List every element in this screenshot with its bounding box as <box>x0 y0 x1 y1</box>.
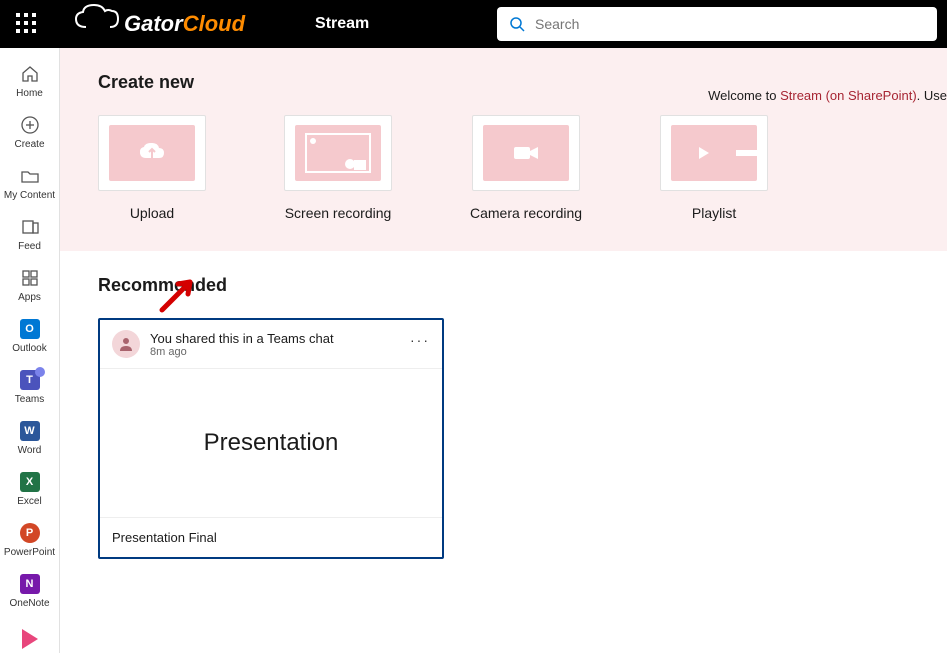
nav-onenote[interactable]: N OneNote <box>0 566 60 617</box>
create-camera-recording[interactable]: Camera recording <box>470 115 582 221</box>
logo-text-2: Cloud <box>183 11 245 37</box>
main-content: Create new Welcome to Stream (on SharePo… <box>60 48 947 653</box>
create-upload[interactable]: Upload <box>98 115 206 221</box>
video-title: Presentation Final <box>100 517 442 557</box>
nav-excel[interactable]: X Excel <box>0 464 60 515</box>
excel-icon: X <box>18 470 42 494</box>
search-box[interactable] <box>497 7 937 41</box>
apps-icon <box>18 266 42 290</box>
camera-recording-icon <box>512 143 540 163</box>
upload-icon <box>138 142 166 164</box>
powerpoint-icon: P <box>18 521 42 545</box>
nav-create[interactable]: Create <box>0 107 60 158</box>
nav-feed[interactable]: Feed <box>0 209 60 260</box>
nav-word[interactable]: W Word <box>0 413 60 464</box>
app-launcher-icon[interactable] <box>16 13 38 35</box>
screen-recording-icon <box>302 130 374 176</box>
onenote-icon: N <box>18 572 42 596</box>
stream-icon <box>18 627 42 651</box>
feed-icon <box>18 215 42 239</box>
folder-icon <box>18 164 42 188</box>
create-icon <box>18 113 42 137</box>
create-new-section: Create new Welcome to Stream (on SharePo… <box>60 48 947 251</box>
recommended-title: Recommended <box>98 275 909 296</box>
avatar <box>112 330 140 358</box>
nav-teams[interactable]: T Teams <box>0 362 60 413</box>
recommendation-time: 8m ago <box>150 346 430 358</box>
more-options-button[interactable]: ··· <box>410 332 430 348</box>
nav-powerpoint[interactable]: P PowerPoint <box>0 515 60 566</box>
word-icon: W <box>18 419 42 443</box>
nav-apps[interactable]: Apps <box>0 260 60 311</box>
left-nav-rail: Home Create My Content Feed Apps O Outlo… <box>0 48 60 653</box>
search-icon <box>509 16 525 32</box>
annotation-arrow-icon <box>156 272 200 316</box>
recommended-video-card[interactable]: You shared this in a Teams chat 8m ago ·… <box>98 318 444 559</box>
outlook-icon: O <box>18 317 42 341</box>
create-screen-recording[interactable]: Screen recording <box>284 115 392 221</box>
brand-logo: GatorCloud <box>68 11 245 37</box>
nav-outlook[interactable]: O Outlook <box>0 311 60 362</box>
play-icon <box>695 145 711 161</box>
stream-sharepoint-link[interactable]: Stream (on SharePoint) <box>780 88 917 103</box>
search-input[interactable] <box>535 16 925 32</box>
nav-home[interactable]: Home <box>0 56 60 107</box>
teams-icon: T <box>18 368 42 392</box>
welcome-text: Welcome to Stream (on SharePoint). Use <box>708 88 947 103</box>
create-playlist[interactable]: Playlist <box>660 115 768 221</box>
logo-text-1: Gator <box>124 11 183 37</box>
person-icon <box>118 336 134 352</box>
app-header: GatorCloud Stream <box>0 0 947 48</box>
video-preview: Presentation <box>100 369 442 517</box>
recommendation-action-text: You shared this in a Teams chat <box>150 331 430 346</box>
home-icon <box>18 62 42 86</box>
app-title: Stream <box>315 15 369 33</box>
nav-my-content[interactable]: My Content <box>0 158 60 209</box>
